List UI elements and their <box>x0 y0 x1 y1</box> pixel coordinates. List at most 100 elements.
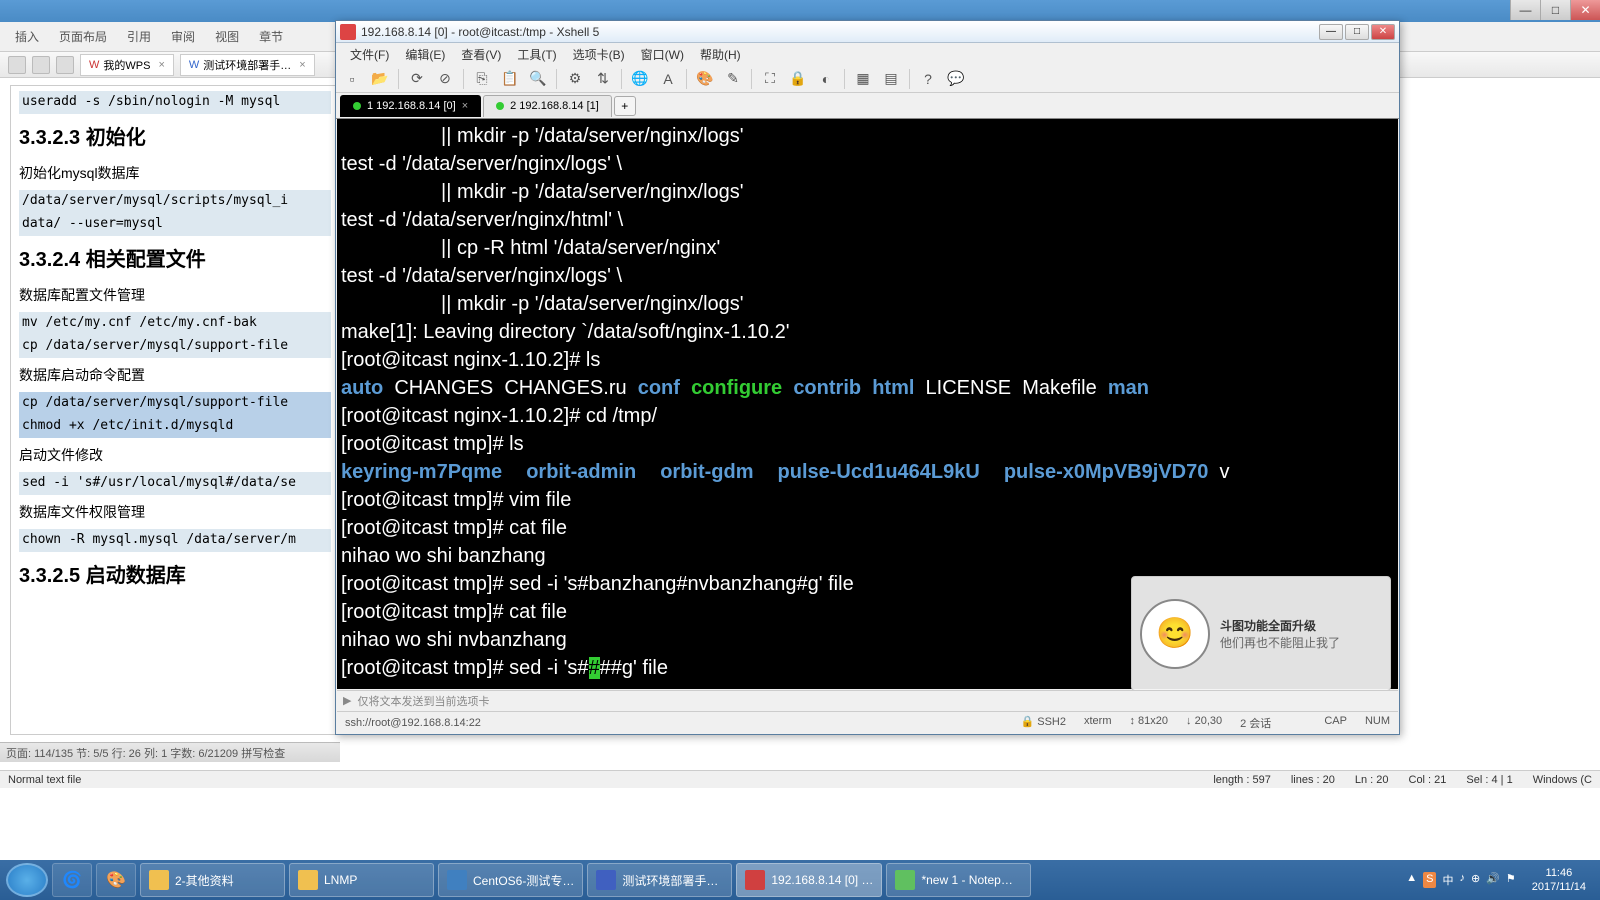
terminal-cursor: # <box>589 657 600 679</box>
xshell-statusbar: ssh://root@192.168.8.14:22 🔒 SSH2 xterm … <box>337 711 1398 733</box>
session-tab-2[interactable]: 2 192.168.8.14 [1] <box>483 95 612 117</box>
status-dot-icon <box>496 102 504 110</box>
menu-view[interactable]: 查看(V) <box>455 44 507 65</box>
properties-icon[interactable]: ⚙ <box>565 69 585 89</box>
heading: 3.3.2.5 启动数据库 <box>19 560 331 592</box>
code-line: useradd -s /sbin/nologin -M mysql <box>19 91 331 114</box>
taskbar-clock[interactable]: 11:46 2017/11/14 <box>1524 866 1594 895</box>
ribbon-section[interactable]: 章节 <box>259 28 283 45</box>
color-icon[interactable]: 🎨 <box>695 69 715 89</box>
copy-icon[interactable]: ⎘ <box>472 69 492 89</box>
ribbon-view[interactable]: 视图 <box>215 28 239 45</box>
heading: 3.3.2.4 相关配置文件 <box>19 244 331 276</box>
tray-icon[interactable]: ▲ <box>1406 872 1417 888</box>
reconnect-icon[interactable]: ⟳ <box>407 69 427 89</box>
tray-icon[interactable]: 🔊 <box>1486 872 1500 888</box>
tray-icon[interactable]: ⊕ <box>1471 872 1480 888</box>
code-line: sed -i 's#/usr/local/mysql#/data/se <box>19 472 331 495</box>
new-session-icon[interactable]: ▫ <box>342 69 362 89</box>
close-icon[interactable]: × <box>158 59 164 71</box>
transparency-icon[interactable]: ◐ <box>816 69 836 89</box>
maximize-button[interactable]: □ <box>1345 24 1369 40</box>
close-icon[interactable]: × <box>299 59 305 71</box>
transfer-icon[interactable]: ⇅ <box>593 69 613 89</box>
tray-icon[interactable]: ♪ <box>1459 872 1465 888</box>
wps-statusbar: 页面: 114/135 节: 5/5 行: 26 列: 1 字数: 6/2120… <box>0 742 340 762</box>
chat-icon[interactable]: 💬 <box>946 69 966 89</box>
tray-icon[interactable]: ⚑ <box>1506 872 1516 888</box>
close-button[interactable]: ✕ <box>1371 24 1395 40</box>
wps-tab-mywps[interactable]: W我的WPS× <box>80 54 174 76</box>
menu-file[interactable]: 文件(F) <box>344 44 395 65</box>
wps-window-controls: — □ ✕ <box>1510 0 1600 20</box>
windows-taskbar: 🌀 🎨 2-其他资料 LNMP CentOS6-测试专… 测试环境部署手… 19… <box>0 860 1600 900</box>
notification-toast[interactable]: 😊 斗图功能全面升级 他们再也不能阻止我了 <box>1131 576 1391 691</box>
search-icon[interactable]: 🔍 <box>528 69 548 89</box>
connection-info: ssh://root@192.168.8.14:22 <box>345 717 481 729</box>
lock-icon[interactable]: 🔒 <box>788 69 808 89</box>
minimize-button[interactable]: — <box>1510 0 1540 20</box>
code-line: cp /data/server/mysql/support-file <box>19 392 331 415</box>
maximize-button[interactable]: □ <box>1540 0 1570 20</box>
menu-tools[interactable]: 工具(T) <box>511 44 562 65</box>
doc-text: 数据库启动命令配置 <box>19 364 331 386</box>
ribbon-references[interactable]: 引用 <box>127 28 151 45</box>
paint-icon[interactable]: 🎨 <box>96 863 136 897</box>
xshell-titlebar[interactable]: 192.168.8.14 [0] - root@itcast:/tmp - Xs… <box>336 21 1399 43</box>
font-icon[interactable]: A <box>658 69 678 89</box>
help-icon[interactable]: ? <box>918 69 938 89</box>
doc-text: 数据库文件权限管理 <box>19 501 331 523</box>
grid-icon[interactable]: ▤ <box>881 69 901 89</box>
menu-edit[interactable]: 编辑(E) <box>399 44 451 65</box>
tray-ime-icon[interactable]: S <box>1423 872 1436 888</box>
menu-help[interactable]: 帮助(H) <box>694 44 747 65</box>
explorer-icon[interactable]: 🌀 <box>52 863 92 897</box>
taskbar-app-notepad[interactable]: *new 1 - Notep… <box>886 863 1031 897</box>
window-title: 192.168.8.14 [0] - root@itcast:/tmp - Xs… <box>361 25 599 39</box>
save-icon[interactable] <box>8 56 26 74</box>
taskbar-app-xshell[interactable]: 192.168.8.14 [0] … <box>736 863 882 897</box>
ribbon-insert[interactable]: 插入 <box>15 28 39 45</box>
arrange-icon[interactable]: ▦ <box>853 69 873 89</box>
toast-avatar-icon: 😊 <box>1140 599 1210 669</box>
system-tray: ▲ S 中 ♪ ⊕ 🔊 ⚑ 11:46 2017/11/14 <box>1406 866 1594 895</box>
redo-icon[interactable] <box>56 56 74 74</box>
minimize-button[interactable]: — <box>1319 24 1343 40</box>
xshell-tabbar: 1 192.168.8.14 [0] × 2 192.168.8.14 [1] … <box>336 93 1399 119</box>
xshell-menubar: 文件(F) 编辑(E) 查看(V) 工具(T) 选项卡(B) 窗口(W) 帮助(… <box>336 43 1399 65</box>
xshell-input-bar[interactable]: ▶ 仅将文本发送到当前选项卡 <box>337 690 1398 710</box>
wps-tab-doc[interactable]: W测试环境部署手…× <box>180 54 315 76</box>
status-dot-icon <box>353 102 361 110</box>
close-icon[interactable]: × <box>462 100 468 112</box>
start-button[interactable] <box>6 863 48 897</box>
add-tab-button[interactable]: + <box>614 96 636 116</box>
close-button[interactable]: ✕ <box>1570 0 1600 20</box>
tray-icon[interactable]: 中 <box>1442 872 1453 888</box>
heading: 3.3.2.3 初始化 <box>19 122 331 154</box>
code-line: chmod +x /etc/init.d/mysqld <box>19 415 331 438</box>
code-line: /data/server/mysql/scripts/mysql_i <box>19 190 331 213</box>
doc-text: 数据库配置文件管理 <box>19 284 331 306</box>
undo-icon[interactable] <box>32 56 50 74</box>
taskbar-app-vm[interactable]: CentOS6-测试专… <box>438 863 583 897</box>
ribbon-review[interactable]: 审阅 <box>171 28 195 45</box>
taskbar-app-folder1[interactable]: 2-其他资料 <box>140 863 285 897</box>
open-icon[interactable]: 📂 <box>370 69 390 89</box>
wps-titlebar <box>0 0 1600 22</box>
disconnect-icon[interactable]: ⊘ <box>435 69 455 89</box>
globe-icon[interactable]: 🌐 <box>630 69 650 89</box>
session-tab-1[interactable]: 1 192.168.8.14 [0] × <box>340 95 481 117</box>
code-line: chown -R mysql.mysql /data/server/m <box>19 529 331 552</box>
highlight-icon[interactable]: ✎ <box>723 69 743 89</box>
xshell-window: 192.168.8.14 [0] - root@itcast:/tmp - Xs… <box>335 20 1400 735</box>
ribbon-pagelayout[interactable]: 页面布局 <box>59 28 107 45</box>
toast-title: 斗图功能全面升级 <box>1220 617 1340 634</box>
menu-tabs[interactable]: 选项卡(B) <box>567 44 631 65</box>
toast-subtitle: 他们再也不能阻止我了 <box>1220 634 1340 651</box>
taskbar-app-wps[interactable]: 测试环境部署手… <box>587 863 732 897</box>
send-icon: ▶ <box>343 694 351 707</box>
paste-icon[interactable]: 📋 <box>500 69 520 89</box>
taskbar-app-folder2[interactable]: LNMP <box>289 863 434 897</box>
menu-window[interactable]: 窗口(W) <box>635 44 690 65</box>
fullscreen-icon[interactable]: ⛶ <box>760 69 780 89</box>
